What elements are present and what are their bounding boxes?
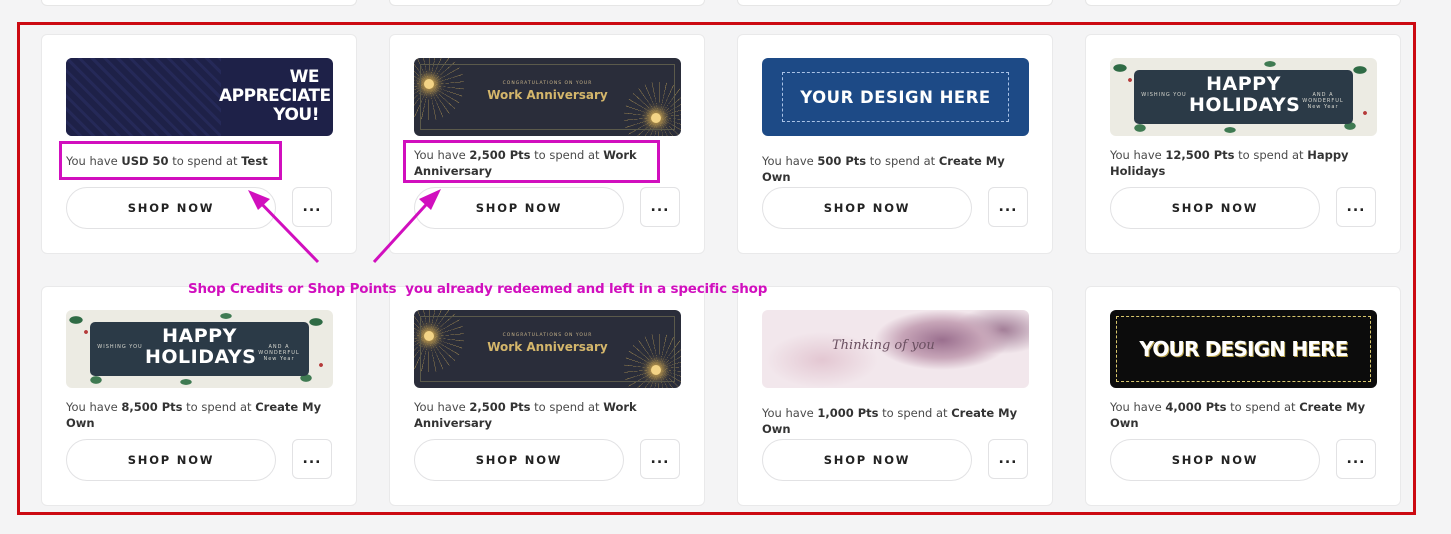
arrow-pointer bbox=[372, 194, 436, 264]
annotation-caption: Shop Credits or Shop Points you already … bbox=[188, 281, 768, 297]
arrow-pointer bbox=[253, 195, 320, 264]
annotation-arrows bbox=[248, 189, 441, 264]
